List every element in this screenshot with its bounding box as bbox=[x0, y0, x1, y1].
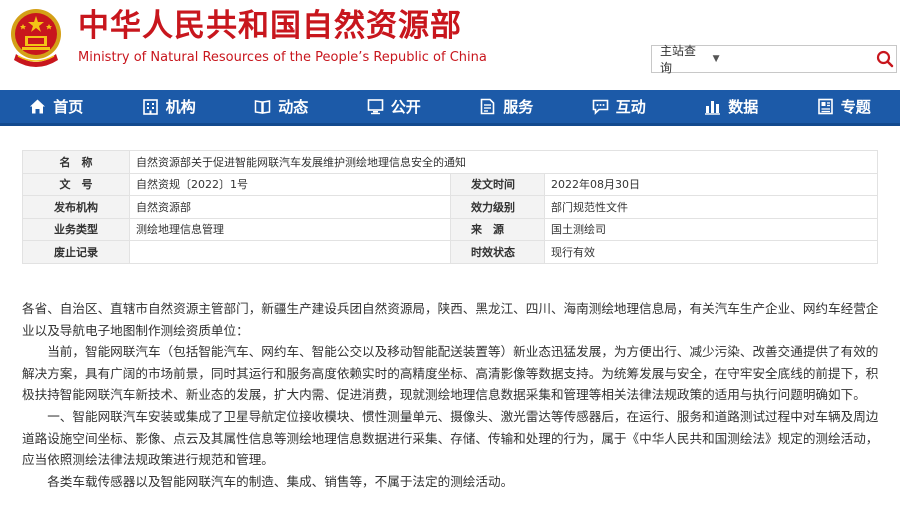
document-metadata-table: 名 称 自然资源部关于促进智能网联汽车发展维护测绘地理信息安全的通知 文 号 自… bbox=[22, 150, 878, 264]
nav-item-topics[interactable]: 专题 bbox=[788, 90, 900, 123]
topic-icon bbox=[817, 98, 833, 115]
category-label: 业务类型 bbox=[22, 217, 130, 241]
site-header: 中华人民共和国自然资源部 Ministry of Natural Resourc… bbox=[0, 0, 900, 90]
body-paragraph-addressees: 各省、自治区、直辖市自然资源主管部门，新疆生产建设兵团自然资源局，陕西、黑龙江、… bbox=[22, 301, 879, 338]
chevron-down-icon: ▼ bbox=[712, 54, 720, 64]
site-search: 主站查询 ▼ bbox=[651, 42, 897, 76]
document-edit-icon bbox=[480, 98, 495, 115]
repeal-record-value bbox=[129, 240, 451, 264]
national-emblem-icon[interactable] bbox=[8, 6, 64, 70]
search-button[interactable] bbox=[875, 46, 896, 72]
validity-status-value: 现行有效 bbox=[544, 240, 878, 264]
nav-label: 动态 bbox=[278, 98, 309, 116]
search-icon bbox=[877, 50, 894, 68]
site-title-en[interactable]: Ministry of Natural Resources of the Peo… bbox=[78, 50, 487, 66]
nav-item-data[interactable]: 数据 bbox=[675, 90, 788, 123]
effect-level-value: 部门规范性文件 bbox=[544, 195, 878, 219]
nav-item-interaction[interactable]: 互动 bbox=[563, 90, 676, 123]
nav-item-home[interactable]: 首页 bbox=[0, 90, 113, 123]
table-row: 发布机构 自然资源部 效力级别 部门规范性文件 bbox=[22, 195, 878, 219]
issue-date-label: 发文时间 bbox=[450, 172, 545, 196]
book-icon bbox=[254, 100, 271, 114]
effect-level-label: 效力级别 bbox=[450, 195, 545, 219]
body-paragraph: 各类车载传感器以及智能网联汽车的制造、集成、销售等，不属于法定的测绘活动。 bbox=[47, 473, 514, 489]
body-paragraph: 一、智能网联汽车安装或集成了卫星导航定位接收模块、惯性测量单元、摄像头、激光雷达… bbox=[22, 408, 879, 468]
nav-label: 首页 bbox=[53, 98, 84, 116]
nav-item-public[interactable]: 公开 bbox=[338, 90, 451, 123]
name-label: 名 称 bbox=[22, 150, 130, 174]
doc-number-label: 文 号 bbox=[22, 172, 130, 196]
nav-item-organization[interactable]: 机构 bbox=[113, 90, 226, 123]
table-row: 名 称 自然资源部关于促进智能网联汽车发展维护测绘地理信息安全的通知 bbox=[22, 150, 878, 174]
nav-item-service[interactable]: 服务 bbox=[450, 90, 563, 123]
source-label: 来 源 bbox=[450, 217, 545, 241]
source-value: 国土测绘司 bbox=[544, 217, 878, 241]
nav-label: 数据 bbox=[728, 98, 759, 116]
name-value: 自然资源部关于促进智能网联汽车发展维护测绘地理信息安全的通知 bbox=[129, 150, 878, 174]
repeal-record-label: 废止记录 bbox=[22, 240, 130, 264]
bar-chart-icon bbox=[705, 101, 721, 115]
issuer-value: 自然资源部 bbox=[129, 195, 451, 219]
search-scope-dropdown[interactable]: 主站查询 ▼ bbox=[652, 42, 720, 76]
monitor-icon bbox=[367, 99, 384, 115]
nav-item-news[interactable]: 动态 bbox=[225, 90, 338, 123]
doc-number-value: 自然资规〔2022〕1号 bbox=[129, 172, 451, 196]
nav-label: 服务 bbox=[503, 98, 534, 116]
nav-label: 机构 bbox=[165, 98, 196, 116]
site-title-cn[interactable]: 中华人民共和国自然资源部 bbox=[78, 8, 462, 44]
home-icon bbox=[30, 99, 46, 114]
search-scope-label: 主站查询 bbox=[660, 44, 697, 75]
nav-label: 专题 bbox=[840, 98, 871, 116]
main-nav: 首页 机构 动态 公开 服务 互动 数据 专题 bbox=[0, 90, 900, 126]
nav-label: 公开 bbox=[390, 98, 421, 116]
search-input[interactable] bbox=[719, 46, 875, 72]
table-row: 业务类型 测绘地理信息管理 来 源 国土测绘司 bbox=[22, 217, 878, 241]
nav-label: 互动 bbox=[615, 98, 646, 116]
table-row: 废止记录 时效状态 现行有效 bbox=[22, 240, 878, 264]
issuer-label: 发布机构 bbox=[22, 195, 130, 219]
body-paragraph: 当前，智能网联汽车（包括智能汽车、网约车、智能公交以及移动智能配送装置等）新业态… bbox=[22, 344, 879, 403]
validity-status-label: 时效状态 bbox=[450, 240, 545, 264]
chat-icon bbox=[592, 99, 609, 115]
document-body: 各省、自治区、直辖市自然资源主管部门，新疆生产建设兵团自然资源局，陕西、黑龙江、… bbox=[22, 298, 882, 492]
category-value: 测绘地理信息管理 bbox=[129, 217, 451, 241]
table-row: 文 号 自然资规〔2022〕1号 发文时间 2022年08月30日 bbox=[22, 172, 878, 196]
issue-date-value: 2022年08月30日 bbox=[544, 172, 878, 196]
building-icon bbox=[142, 99, 158, 115]
